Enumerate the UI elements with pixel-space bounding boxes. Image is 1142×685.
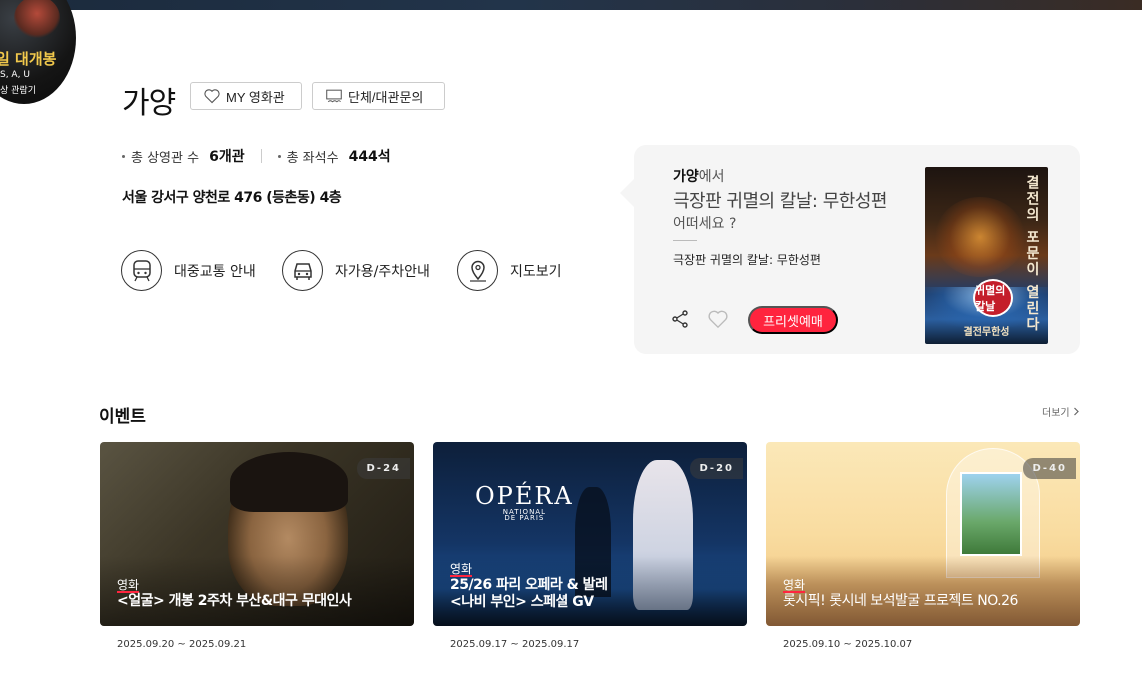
- event-title-line: 25/26 파리 오페라 & 발레: [450, 577, 608, 593]
- dday-badge: D-24: [357, 458, 410, 479]
- poster-logo: 귀멸의 칼날: [973, 279, 1013, 317]
- event-image-book: [960, 472, 1022, 556]
- badge-subtitle: S, A, U: [0, 70, 30, 80]
- promo-theater-line: 가양에서: [673, 166, 725, 186]
- stat-divider: [260, 149, 262, 163]
- event-date: 2025.09.20 ~ 2025.09.21: [117, 639, 247, 650]
- parking-guide-link[interactable]: 자가용/주차안내: [282, 250, 430, 291]
- chevron-right-icon: [1073, 407, 1079, 416]
- events-section-title: 이벤트: [99, 407, 146, 427]
- poster-tagline: 결전의 포문이 열린다: [1024, 175, 1040, 333]
- badge-artwork: [14, 0, 60, 40]
- preset-booking-button[interactable]: 프리셋예매: [748, 306, 838, 334]
- poster-footer: 결전무한성: [963, 327, 1010, 338]
- screen-icon: [326, 89, 342, 103]
- share-icon[interactable]: [670, 309, 690, 333]
- movie-poster[interactable]: 결전의 포문이 열린다 귀멸의 칼날 결전무한성: [925, 167, 1048, 344]
- movie-recommend-panel: 가양에서 극장판 귀멸의 칼날: 무한성편 어떠세요 ? 극장판 귀멸의 칼날:…: [620, 145, 1080, 354]
- opera-logo-main: OPÉRA: [475, 482, 574, 510]
- promo-badge[interactable]: 일 대개봉 S, A, U 상 관람기: [0, 0, 76, 104]
- event-category: 영화: [117, 578, 140, 593]
- event-card[interactable]: OPÉRA NATIONAL DE PARIS D-20 영화 25/26 파리…: [433, 442, 747, 626]
- badge-title: 일 대개봉: [0, 50, 57, 68]
- dday-badge: D-40: [1023, 458, 1076, 479]
- event-title-line-2: <나비 부인> 스페셜 GV: [450, 594, 594, 610]
- heart-icon: [204, 89, 220, 104]
- event-card[interactable]: D-40 영화 롯시픽! 롯시네 보석발굴 프로젝트 NO.26: [766, 442, 1080, 626]
- promo-question: 어떠세요 ?: [673, 216, 737, 232]
- group-inquiry-button[interactable]: 단체/대관문의: [312, 82, 445, 110]
- promo-movie-name: 극장판 귀멸의 칼날: 무한성편: [673, 253, 821, 267]
- promo-theater-suffix: 에서: [698, 169, 725, 185]
- transit-guide-link[interactable]: 대중교통 안내: [121, 250, 256, 291]
- seats-stat: 총 좌석수 444석: [277, 146, 391, 166]
- event-title: 롯시픽! 롯시네 보석발굴 프로젝트 NO.26: [783, 593, 1018, 610]
- map-view-label: 지도보기: [510, 263, 562, 280]
- map-view-link[interactable]: 지도보기: [457, 250, 562, 291]
- screens-value: 6개관: [209, 149, 245, 165]
- theater-name: 가양: [122, 86, 176, 121]
- event-image-hair: [230, 452, 348, 512]
- car-icon: [282, 250, 323, 291]
- event-title: 25/26 파리 오페라 & 발레 <나비 부인> 스페셜 GV: [450, 577, 608, 611]
- opera-logo: OPÉRA NATIONAL DE PARIS: [475, 482, 574, 522]
- screens-stat: 총 상영관 수 6개관: [122, 146, 245, 166]
- promo-theater-name: 가양: [673, 169, 699, 185]
- card-gradient: [766, 556, 1080, 626]
- event-category: 영화: [450, 562, 473, 577]
- more-label: 더보기: [1042, 408, 1070, 419]
- event-title: <얼굴> 개봉 2주차 부산&대구 무대인사: [117, 593, 352, 610]
- bullet-dot: [277, 154, 281, 158]
- my-theater-label: MY 영화관: [226, 89, 285, 105]
- transit-guide-label: 대중교통 안내: [174, 263, 256, 280]
- event-category: 영화: [783, 578, 806, 593]
- event-date: 2025.09.10 ~ 2025.10.07: [783, 639, 913, 650]
- badge-subtitle-2: 상 관람기: [0, 86, 36, 96]
- seats-label: 총 좌석수: [286, 150, 339, 166]
- dday-badge: D-20: [690, 458, 743, 479]
- theater-stats: 총 상영관 수 6개관 총 좌석수 444석: [122, 146, 391, 166]
- event-card[interactable]: D-24 영화 <얼굴> 개봉 2주차 부산&대구 무대인사: [100, 442, 414, 626]
- parking-guide-label: 자가용/주차안내: [335, 263, 430, 280]
- map-pin-icon: [457, 250, 498, 291]
- event-title-line: 롯시픽! 롯시네 보석발굴 프로젝트 NO.26: [783, 593, 1018, 609]
- seats-value: 444석: [348, 149, 391, 165]
- group-inquiry-label: 단체/대관문의: [348, 89, 424, 105]
- top-banner-strip: [0, 0, 1142, 10]
- my-theater-button[interactable]: MY 영화관: [190, 82, 302, 110]
- event-title-line: <얼굴> 개봉 2주차 부산&대구 무대인사: [117, 593, 352, 609]
- train-icon: [121, 250, 162, 291]
- divider: [673, 240, 697, 241]
- theater-address: 서울 강서구 양천로 476 (등촌동) 4층: [122, 190, 342, 206]
- promo-movie-title[interactable]: 극장판 귀멸의 칼날: 무한성편: [673, 187, 887, 213]
- screens-label: 총 상영관 수: [131, 150, 200, 166]
- events-more-link[interactable]: 더보기: [1042, 404, 1080, 419]
- poster-fire-art: [935, 197, 1025, 277]
- card-gradient: [100, 556, 414, 626]
- bullet-dot: [122, 154, 125, 158]
- opera-logo-sub-2: DE PARIS: [504, 514, 545, 522]
- heart-icon[interactable]: [707, 309, 729, 333]
- event-date: 2025.09.17 ~ 2025.09.17: [450, 639, 580, 650]
